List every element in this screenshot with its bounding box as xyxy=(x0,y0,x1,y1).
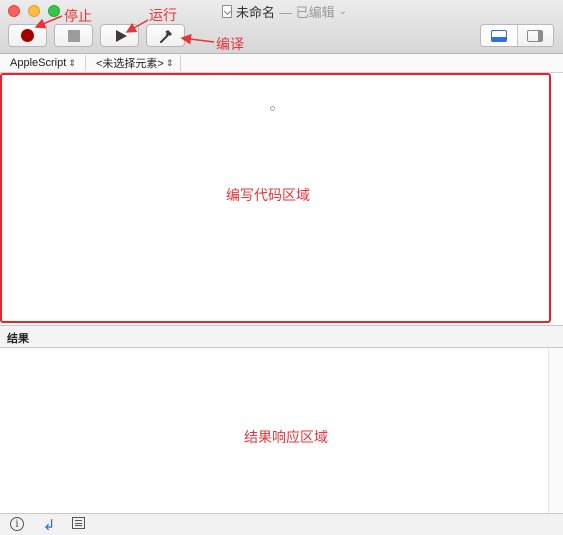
edited-status: — 已编辑 xyxy=(279,4,335,20)
record-button[interactable] xyxy=(8,24,47,47)
show-bottom-pane-button[interactable] xyxy=(481,25,517,46)
stop-icon xyxy=(67,29,80,42)
run-button[interactable] xyxy=(100,24,139,47)
zoom-window-button[interactable] xyxy=(48,5,60,17)
list-icon[interactable] xyxy=(72,517,85,529)
return-icon[interactable]: ↲ xyxy=(41,517,57,534)
compile-button[interactable] xyxy=(146,24,185,47)
side-pane-icon xyxy=(527,29,544,42)
updown-arrow-icon: ⇕ xyxy=(165,57,174,68)
minimize-window-button[interactable] xyxy=(28,5,40,17)
bottom-bar: i ↲ xyxy=(0,513,563,535)
window-title-text: 未命名 xyxy=(236,4,276,20)
bottom-pane-icon xyxy=(490,29,507,42)
text-cursor xyxy=(270,106,275,111)
run-annotation: 运行 xyxy=(149,7,177,23)
show-side-pane-button[interactable] xyxy=(516,25,553,46)
record-icon xyxy=(21,29,34,42)
window-title[interactable]: 未命名 — 已编辑 ⌄ xyxy=(222,2,347,20)
compile-annotation: 编译 xyxy=(216,36,244,52)
language-selector[interactable]: AppleScript ⇕ xyxy=(0,55,86,71)
view-toggle xyxy=(480,24,554,47)
element-selector[interactable]: <未选择元素> ⇕ xyxy=(86,55,181,71)
language-label: AppleScript xyxy=(10,57,67,69)
results-header: 结果 xyxy=(0,325,563,348)
navigation-bar: AppleScript ⇕ <未选择元素> ⇕ xyxy=(0,54,563,73)
updown-arrow-icon: ⇕ xyxy=(68,57,76,68)
document-icon xyxy=(222,4,232,18)
editor-region-label: 编写代码区域 xyxy=(226,187,310,203)
play-icon xyxy=(115,29,127,42)
info-icon[interactable]: i xyxy=(10,517,24,531)
close-window-button[interactable] xyxy=(8,5,20,17)
chevron-down-icon: ⌄ xyxy=(338,5,348,17)
results-scrollbar[interactable] xyxy=(548,348,563,513)
stop-annotation: 停止 xyxy=(64,8,92,24)
hammer-icon xyxy=(159,29,172,43)
results-region-label: 结果响应区域 xyxy=(244,429,328,445)
stop-button[interactable] xyxy=(54,24,93,47)
element-label: <未选择元素> xyxy=(96,58,164,70)
